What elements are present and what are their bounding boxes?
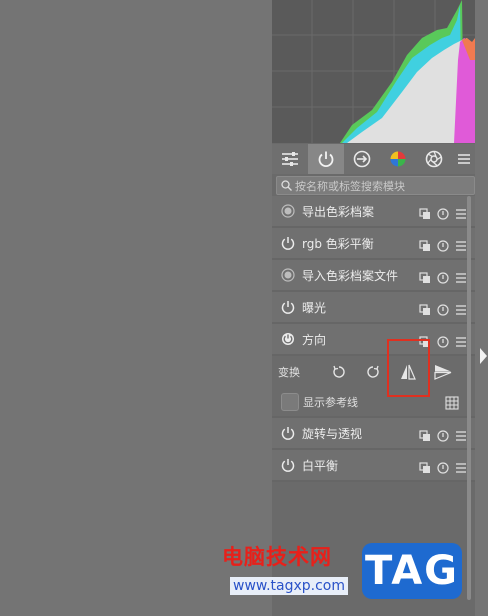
show-guides-checkbox[interactable] <box>281 393 299 411</box>
image-canvas[interactable] <box>0 0 272 616</box>
annotation-highlight-box <box>387 339 430 397</box>
module-rotate-perspective[interactable]: 旋转与透视 <box>272 418 475 450</box>
panel-scrollbar[interactable] <box>467 196 471 600</box>
watermark-tag-logo: TAG <box>362 543 462 599</box>
tab-effects[interactable] <box>416 144 452 174</box>
module-search-input[interactable]: 按名称或标签搜索模块 <box>276 176 475 195</box>
color-circle-icon <box>390 151 406 167</box>
reset-icon[interactable] <box>437 427 449 442</box>
module-name: rgb 色彩平衡 <box>302 236 374 251</box>
module-menu-icon[interactable] <box>455 205 467 219</box>
reset-icon[interactable] <box>437 333 449 348</box>
flip-vertical-button[interactable] <box>434 363 452 381</box>
module-rgb-color-balance[interactable]: rgb 色彩平衡 <box>272 228 475 260</box>
orientation-transform-row: 变换 <box>272 356 475 388</box>
power-icon <box>318 151 334 168</box>
rotate-cw-icon <box>367 365 379 378</box>
rotate-cw-button[interactable] <box>364 363 382 381</box>
watermark-site-name: 电脑技术网 <box>222 545 332 569</box>
tab-menu[interactable] <box>452 144 475 174</box>
rotate-ccw-button[interactable] <box>330 363 348 381</box>
module-menu-icon[interactable] <box>455 459 467 473</box>
menu-icon <box>457 154 470 164</box>
transform-label: 变换 <box>278 366 300 379</box>
module-menu-icon[interactable] <box>455 427 467 441</box>
module-exposure[interactable]: 曝光 <box>272 292 475 324</box>
reset-icon[interactable] <box>437 205 449 220</box>
right-gutter <box>475 0 488 616</box>
module-menu-icon[interactable] <box>455 269 467 283</box>
module-name: 方向 <box>302 332 327 347</box>
aperture-icon <box>425 150 443 168</box>
module-name: 导出色彩档案 <box>302 204 375 219</box>
guides-grid-icon[interactable] <box>445 396 459 410</box>
power-icon[interactable] <box>280 457 296 473</box>
power-icon[interactable] <box>280 299 296 315</box>
module-menu-icon[interactable] <box>455 237 467 251</box>
reset-icon[interactable] <box>437 269 449 284</box>
tab-base[interactable] <box>344 144 380 174</box>
presets-copy-icon[interactable] <box>419 269 431 283</box>
rotate-ccw-icon <box>333 365 345 378</box>
power-on-icon[interactable] <box>280 331 296 347</box>
tab-active-modules[interactable] <box>308 144 344 174</box>
right-panel: 按名称或标签搜索模块 导出色彩档案 rgb 色彩平衡 导入色彩档案文件 曝光 方… <box>272 0 475 616</box>
reset-icon[interactable] <box>437 459 449 474</box>
module-name: 旋转与透视 <box>302 426 363 441</box>
module-white-balance[interactable]: 白平衡 <box>272 450 475 482</box>
presets-copy-icon[interactable] <box>419 205 431 219</box>
radio-on-icon[interactable] <box>280 267 296 283</box>
module-name: 白平衡 <box>302 458 339 473</box>
module-output-color-profile[interactable]: 导出色彩档案 <box>272 196 475 228</box>
tab-color[interactable] <box>380 144 416 174</box>
reset-icon[interactable] <box>437 237 449 252</box>
expand-panel-arrow-icon[interactable] <box>479 346 488 366</box>
module-menu-icon[interactable] <box>455 333 467 347</box>
search-icon <box>281 180 292 191</box>
module-name: 导入色彩档案文件 <box>302 268 399 283</box>
power-icon[interactable] <box>280 425 296 441</box>
signal-arrow-icon <box>353 150 371 168</box>
show-guides-label: 显示参考线 <box>303 396 358 409</box>
module-input-color-profile[interactable]: 导入色彩档案文件 <box>272 260 475 292</box>
module-group-tabs <box>272 144 475 174</box>
presets-copy-icon[interactable] <box>419 427 431 441</box>
presets-copy-icon[interactable] <box>419 459 431 473</box>
radio-on-icon[interactable] <box>280 203 296 219</box>
search-placeholder: 按名称或标签搜索模块 <box>295 179 405 193</box>
watermark-url: www.tagxp.com <box>230 577 348 595</box>
module-name: 曝光 <box>302 300 327 315</box>
show-guides-row: 显示参考线 <box>272 388 475 418</box>
module-list: 导出色彩档案 rgb 色彩平衡 导入色彩档案文件 曝光 方向 变换 显示参考线 … <box>272 196 475 482</box>
module-orientation[interactable]: 方向 <box>272 324 475 356</box>
tab-quick-access[interactable] <box>272 144 308 174</box>
flip-vertical-icon <box>434 365 452 380</box>
module-menu-icon[interactable] <box>455 301 467 315</box>
histogram[interactable] <box>272 0 475 143</box>
power-icon[interactable] <box>280 235 296 251</box>
reset-icon[interactable] <box>437 301 449 316</box>
presets-copy-icon[interactable] <box>419 237 431 251</box>
watermark: 电脑技术网 www.tagxp.com TAG <box>222 541 462 601</box>
presets-copy-icon[interactable] <box>419 301 431 315</box>
sliders-icon <box>282 152 298 166</box>
